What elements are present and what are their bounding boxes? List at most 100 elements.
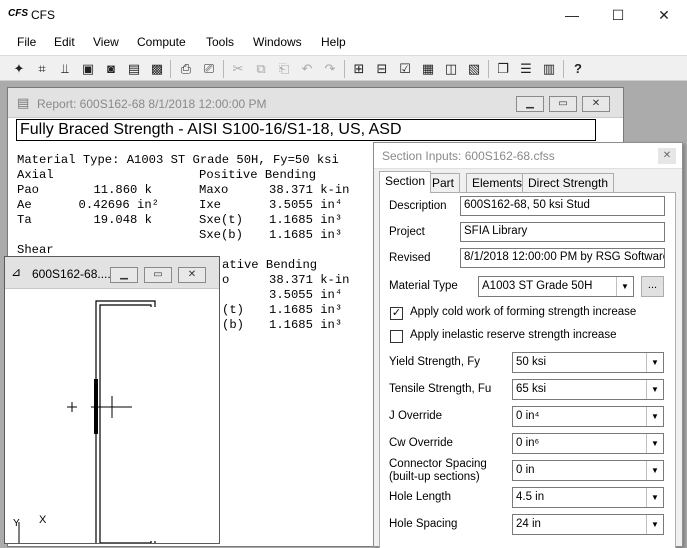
tab-part[interactable]: Part	[426, 173, 461, 192]
chevron-down-icon[interactable]: ▼	[646, 461, 663, 480]
close-button[interactable]: ✕	[641, 0, 687, 31]
menu-file[interactable]: File	[17, 35, 36, 49]
stud-inner-outline	[99, 304, 152, 543]
cut-icon[interactable]: ✂	[228, 59, 248, 79]
tab-elements[interactable]: Elements	[466, 173, 529, 192]
hole-length-value: 4.5 in	[516, 491, 545, 503]
cw-override-label: Cw Override	[389, 437, 453, 449]
toolbar-separator	[170, 60, 171, 78]
copy-icon[interactable]: ⧉	[251, 59, 271, 79]
minimize-button[interactable]: —	[549, 0, 595, 31]
connector-spacing-sublabel: (built-up sections)	[389, 471, 480, 483]
menu-compute[interactable]: Compute	[137, 35, 186, 49]
inelastic-reserve-label[interactable]: Apply inelastic reserve strength increas…	[410, 329, 616, 341]
inelastic-reserve-checkbox[interactable]	[390, 330, 403, 343]
chart-icon[interactable]: ◫	[441, 59, 461, 79]
report-restore-button[interactable]: ▭	[549, 96, 577, 112]
menu-help[interactable]: Help	[321, 35, 346, 49]
print-preview-icon[interactable]: ⎙	[176, 59, 196, 79]
chevron-down-icon[interactable]: ▼	[646, 488, 663, 507]
maximize-button[interactable]: ☐	[595, 0, 641, 31]
chevron-down-icon[interactable]: ▼	[646, 353, 663, 372]
axial-row-label: Ta	[17, 213, 32, 227]
chevron-down-icon[interactable]: ▼	[646, 407, 663, 426]
stud-outer-outline	[95, 300, 156, 543]
bending-row-label: Maxo	[199, 183, 229, 197]
redo-icon[interactable]: ↷	[320, 59, 340, 79]
app-icon: CFS	[8, 8, 28, 19]
hole-spacing-select[interactable]: 24 in ▼	[512, 514, 664, 535]
chevron-down-icon[interactable]: ▼	[646, 380, 663, 399]
description-field[interactable]: 600S162-68, 50 ksi Stud	[460, 196, 665, 216]
material-type-select[interactable]: A1003 ST Grade 50H ▼	[478, 276, 634, 297]
section-restore-button[interactable]: ▭	[144, 267, 172, 283]
cold-work-checkbox[interactable]: ✓	[390, 307, 403, 320]
j-override-value: 0 in⁴	[516, 410, 540, 422]
tensile-strength-select[interactable]: 65 ksi ▼	[512, 379, 664, 400]
section-window-title-bar: ⊿ 600S162-68.... ▁ ▭ ✕	[5, 257, 219, 289]
menu-edit[interactable]: Edit	[54, 35, 75, 49]
hole-length-select[interactable]: 4.5 in ▼	[512, 487, 664, 508]
axis-label-y: Y	[13, 518, 20, 529]
new-member-icon[interactable]: ⌗	[32, 59, 52, 79]
report-close-button[interactable]: ✕	[582, 96, 610, 112]
bending2-row-label: (b)	[222, 318, 244, 332]
section-window: ⊿ 600S162-68.... ▁ ▭ ✕ Y X	[4, 256, 220, 544]
tile-vertical-icon[interactable]: ▥	[539, 59, 559, 79]
menu-view[interactable]: View	[93, 35, 119, 49]
bending2-row-value: 1.1685 in³	[269, 318, 343, 332]
tab-direct-strength[interactable]: Direct Strength	[522, 173, 615, 192]
tensile-strength-label: Tensile Strength, Fu	[389, 383, 492, 395]
report-icon[interactable]: ▦	[418, 59, 438, 79]
save-icon[interactable]: ▤	[124, 59, 144, 79]
chevron-down-icon[interactable]: ▼	[616, 277, 633, 296]
cold-work-label[interactable]: Apply cold work of forming strength incr…	[410, 306, 636, 318]
section-inputs-close-button[interactable]: ✕	[658, 148, 676, 164]
material-type-value: A1003 ST Grade 50H	[482, 280, 593, 292]
check-icon[interactable]: ☑	[395, 59, 415, 79]
compute-icon[interactable]: ⊟	[372, 59, 392, 79]
toolbar-separator	[344, 60, 345, 78]
undo-icon[interactable]: ↶	[297, 59, 317, 79]
open-icon[interactable]: ▣	[78, 59, 98, 79]
project-label: Project	[389, 226, 425, 238]
bending-row-value: 3.5055 in⁴	[269, 198, 343, 212]
section-close-button[interactable]: ✕	[178, 267, 206, 283]
report-title-bar: ▤ Report: 600S162-68 8/1/2018 12:00:00 P…	[8, 88, 623, 118]
hole-length-label: Hole Length	[389, 491, 452, 503]
paste-icon[interactable]: ⎗	[274, 59, 294, 79]
new-icon[interactable]: ✦	[9, 59, 29, 79]
j-override-label: J Override	[389, 410, 443, 422]
section-inputs-icon[interactable]: ⊞	[349, 59, 369, 79]
j-override-select[interactable]: 0 in⁴ ▼	[512, 406, 664, 427]
axial-row-label: Pao	[17, 183, 39, 197]
image-icon[interactable]: ▧	[464, 59, 484, 79]
tile-horizontal-icon[interactable]: ☰	[516, 59, 536, 79]
menu-tools[interactable]: Tools	[206, 35, 234, 49]
project-field[interactable]: SFIA Library	[460, 222, 665, 242]
revised-field[interactable]: 8/1/2018 12:00:00 PM by RSG Software	[460, 248, 665, 268]
save-all-icon[interactable]: ◙	[101, 59, 121, 79]
cascade-icon[interactable]: ❐	[493, 59, 513, 79]
section-minimize-button[interactable]: ▁	[110, 267, 138, 283]
new-section-icon[interactable]: ⫫	[55, 59, 75, 79]
connector-spacing-select[interactable]: 0 in ▼	[512, 460, 664, 481]
help-icon[interactable]: ?	[568, 59, 588, 79]
print-icon[interactable]: ⎚	[199, 59, 219, 79]
cw-override-select[interactable]: 0 in⁶ ▼	[512, 433, 664, 454]
yield-strength-label: Yield Strength, Fy	[389, 356, 480, 368]
menu-bar: File Edit View Compute Tools Windows Hel…	[0, 31, 687, 55]
menu-windows[interactable]: Windows	[253, 35, 302, 49]
yield-strength-select[interactable]: 50 ksi ▼	[512, 352, 664, 373]
report-minimize-button[interactable]: ▁	[516, 96, 544, 112]
tab-section[interactable]: Section	[379, 171, 432, 193]
chevron-down-icon[interactable]: ▼	[646, 434, 663, 453]
hole-spacing-value: 24 in	[516, 518, 541, 530]
chevron-down-icon[interactable]: ▼	[646, 515, 663, 534]
toolbar-separator	[488, 60, 489, 78]
save-as-icon[interactable]: ▩	[147, 59, 167, 79]
axial-row-label: Ae	[17, 198, 32, 212]
material-browse-button[interactable]: ...	[641, 276, 664, 297]
section-drawing[interactable]	[5, 289, 219, 543]
bending-row-value: 38.371 k-in	[269, 183, 350, 197]
